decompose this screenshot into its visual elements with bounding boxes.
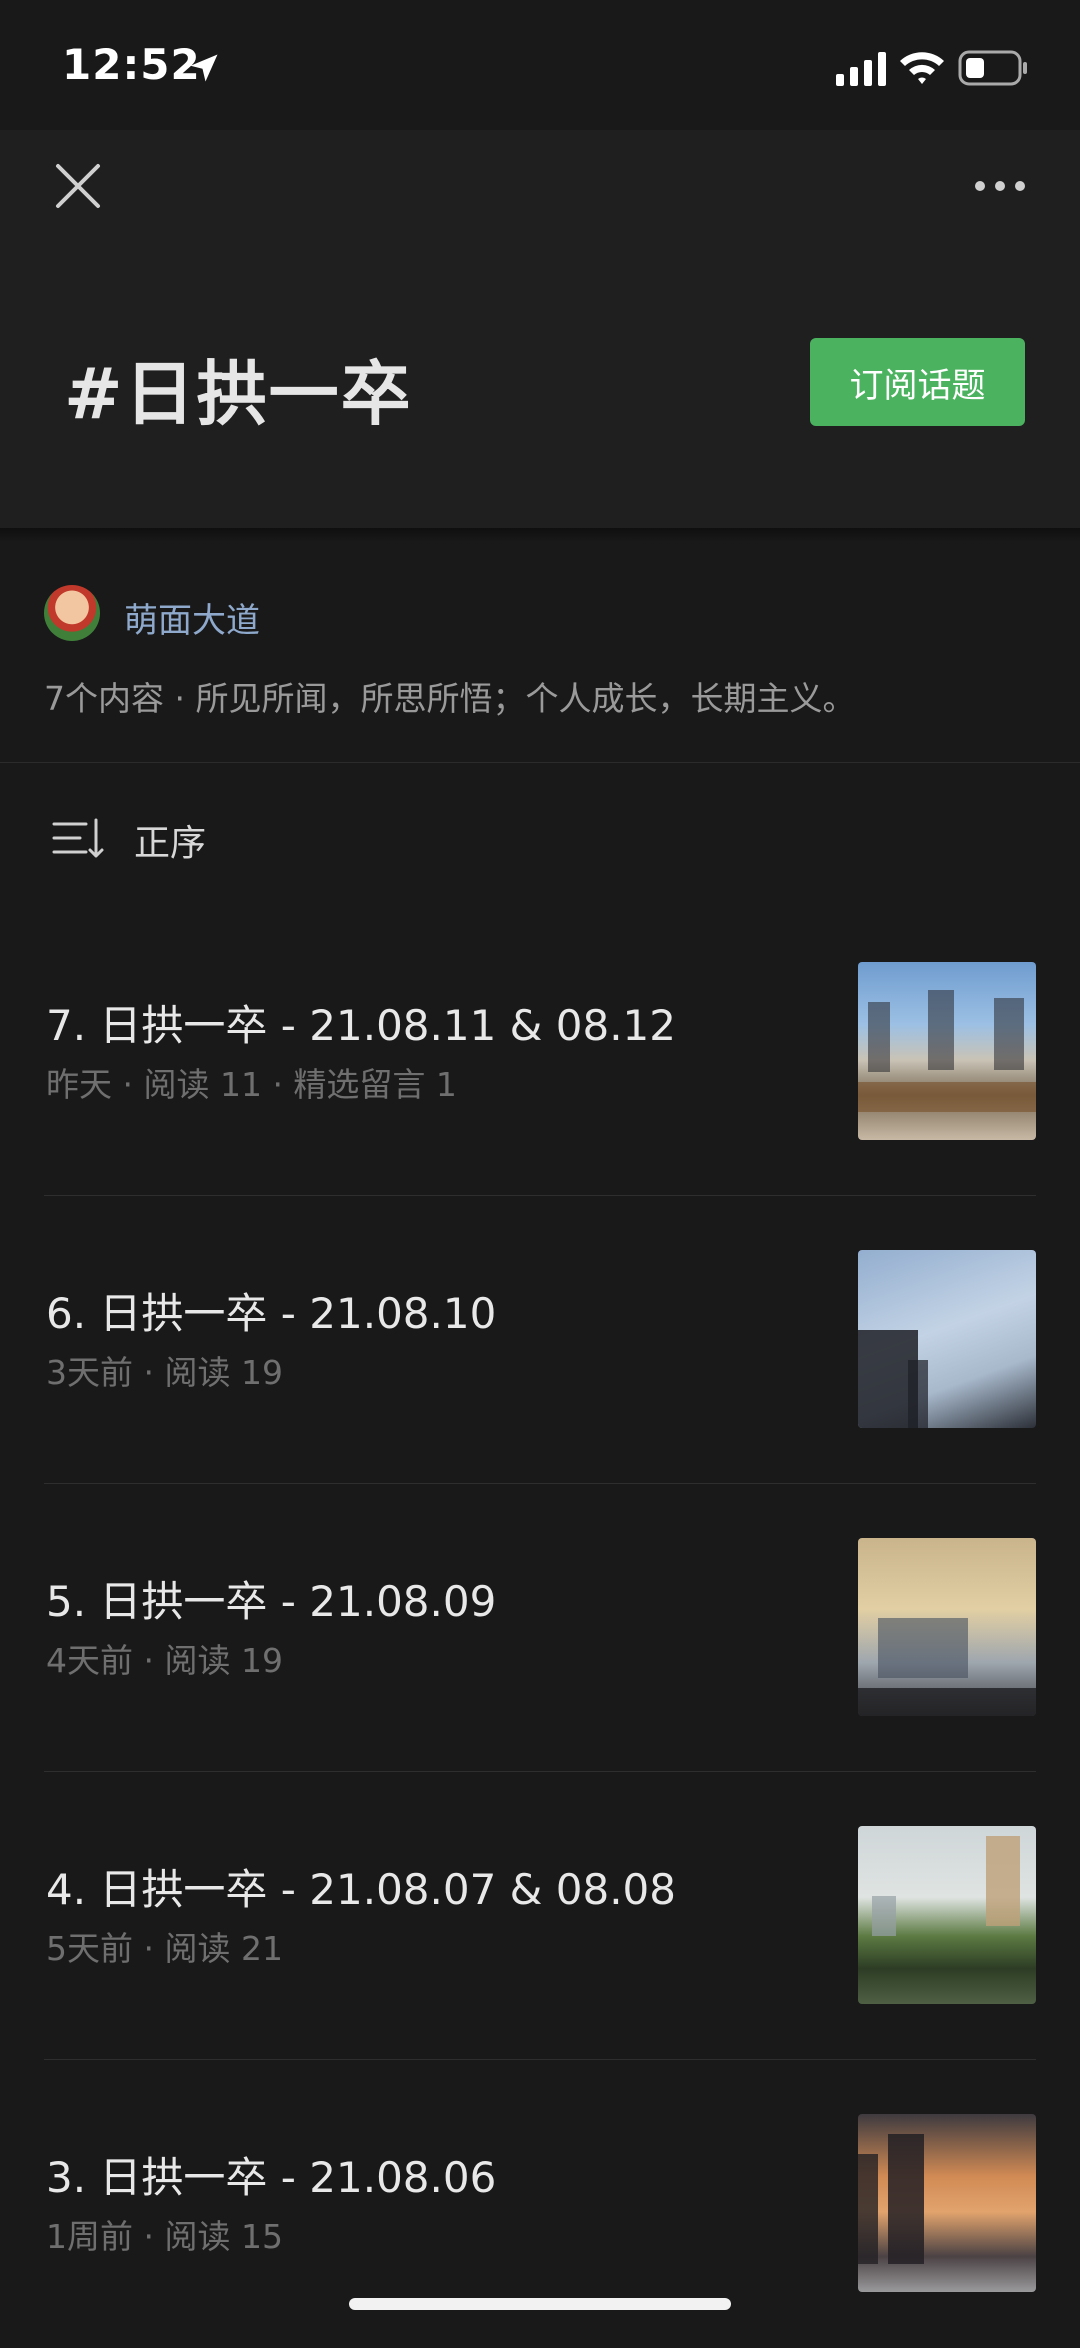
home-indicator[interactable] — [349, 2298, 731, 2310]
status-bar: 12:52 — [0, 0, 1080, 130]
topic-title: #日拱一卒 — [64, 353, 413, 435]
article-thumbnail[interactable] — [858, 1538, 1036, 1716]
sort-label: 正序 — [134, 823, 207, 864]
location-arrow-icon — [190, 54, 218, 82]
article-list: 7. 日拱一卒 - 21.08.11 & 08.12 昨天 · 阅读 11 · … — [0, 908, 1080, 2348]
cellular-signal-icon — [836, 52, 886, 86]
more-icon[interactable] — [972, 176, 1028, 196]
article-meta: 1周前 · 阅读 15 — [46, 2217, 283, 2256]
topic-header — [0, 130, 1080, 530]
article-meta: 4天前 · 阅读 19 — [46, 1641, 283, 1680]
article-thumbnail[interactable] — [858, 2114, 1036, 2292]
article-thumbnail[interactable] — [858, 1826, 1036, 2004]
article-meta: 5天前 · 阅读 21 — [46, 1929, 283, 1968]
author-name[interactable]: 萌面大道 — [124, 593, 260, 642]
close-icon[interactable] — [52, 160, 104, 212]
status-time: 12:52 — [62, 40, 201, 89]
article-title: 6. 日拱一卒 - 21.08.10 — [46, 1289, 497, 1338]
article-meta: 昨天 · 阅读 11 · 精选留言 1 — [46, 1065, 457, 1104]
list-item[interactable]: 4. 日拱一卒 - 21.08.07 & 08.08 5天前 · 阅读 21 — [0, 1772, 1080, 2060]
article-meta: 3天前 · 阅读 19 — [46, 1353, 283, 1392]
avatar[interactable] — [44, 585, 100, 641]
header-shadow — [0, 528, 1080, 542]
list-item[interactable]: 5. 日拱一卒 - 21.08.09 4天前 · 阅读 19 — [0, 1484, 1080, 1772]
divider — [0, 762, 1080, 763]
sort-icon — [52, 818, 104, 858]
article-title: 4. 日拱一卒 - 21.08.07 & 08.08 — [46, 1865, 677, 1914]
topic-description: 7个内容 · 所见所闻，所思所悟；个人成长，长期主义。 — [44, 679, 856, 718]
article-thumbnail[interactable] — [858, 962, 1036, 1140]
list-item[interactable]: 7. 日拱一卒 - 21.08.11 & 08.12 昨天 · 阅读 11 · … — [0, 908, 1080, 1196]
article-title: 3. 日拱一卒 - 21.08.06 — [46, 2153, 497, 2202]
list-item[interactable]: 6. 日拱一卒 - 21.08.10 3天前 · 阅读 19 — [0, 1196, 1080, 1484]
wifi-icon — [900, 52, 944, 84]
article-thumbnail[interactable] — [858, 1250, 1036, 1428]
subscribe-topic-button[interactable]: 订阅话题 — [810, 338, 1025, 426]
battery-icon — [958, 50, 1027, 86]
article-title: 5. 日拱一卒 - 21.08.09 — [46, 1577, 497, 1626]
article-title: 7. 日拱一卒 - 21.08.11 & 08.12 — [46, 1001, 677, 1050]
